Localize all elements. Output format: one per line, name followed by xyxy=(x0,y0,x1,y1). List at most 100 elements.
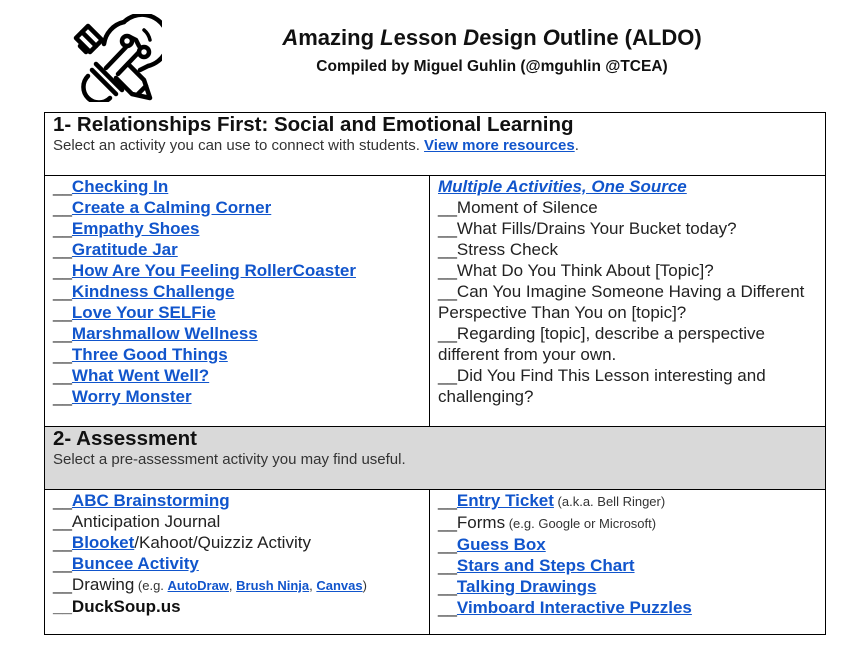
activity-link-what-went-well[interactable]: What Went Well? xyxy=(72,366,209,385)
checkbox-blank: __ xyxy=(438,366,457,385)
list-item: __Buncee Activity xyxy=(53,553,421,574)
activity-text: Forms xyxy=(456,513,506,532)
list-item: __Regarding [topic], describe a perspect… xyxy=(438,323,817,365)
activity-link-marshmallow-wellness[interactable]: Marshmallow Wellness xyxy=(72,324,258,343)
list-item: __Stress Check xyxy=(438,239,817,260)
talking-drawings-link[interactable]: Talking Drawings xyxy=(457,577,597,596)
list-item: __Love Your SELFie xyxy=(53,302,421,323)
checkbox-blank: __ xyxy=(53,240,72,259)
activity-link-calming-corner[interactable]: Create a Calming Corner xyxy=(72,198,271,217)
page-title: Amazing Lesson Design Outline (ALDO) xyxy=(232,24,752,52)
checkbox-blank: __ xyxy=(438,282,457,301)
section-body-row: __Checking In __Create a Calming Corner … xyxy=(44,175,827,427)
checkbox-blank: __ xyxy=(53,177,72,196)
checkbox-blank: __ xyxy=(53,533,72,552)
buncee-activity-link[interactable]: Buncee Activity xyxy=(72,554,199,573)
list-item: __What Fills/Drains Your Bucket today? xyxy=(438,218,817,239)
list-heading: Multiple Activities, One Source xyxy=(438,176,817,197)
activity-link-checking-in[interactable]: Checking In xyxy=(72,177,168,196)
checkbox-blank: __ xyxy=(438,556,457,575)
checkbox-blank: __ xyxy=(438,261,457,280)
section-description: Select an activity you can use to connec… xyxy=(53,137,817,155)
checkbox-blank: __ xyxy=(438,513,457,532)
activity-link-worry-monster[interactable]: Worry Monster xyxy=(72,387,192,406)
brush-ninja-link[interactable]: Brush Ninja xyxy=(236,578,309,593)
list-item: __Gratitude Jar xyxy=(53,239,421,260)
checkbox-blank: __ xyxy=(438,535,457,554)
section-header-row: 2- Assessment Select a pre-assessment ac… xyxy=(43,426,827,490)
checkbox-blank: __ xyxy=(438,491,457,510)
vimboard-puzzles-link[interactable]: Vimboard Interactive Puzzles xyxy=(457,598,692,617)
activity-link-rollercoaster[interactable]: How Are You Feeling RollerCoaster xyxy=(72,261,356,280)
list-item: __DuckSoup.us xyxy=(53,596,421,617)
list-item: __Blooket/Kahoot/Quizziz Activity xyxy=(53,532,421,553)
list-item: __Talking Drawings xyxy=(438,576,817,597)
checkbox-blank: __ xyxy=(53,387,72,406)
guess-box-link[interactable]: Guess Box xyxy=(457,535,546,554)
entry-ticket-link[interactable]: Entry Ticket xyxy=(457,491,554,510)
outline-table: 1- Relationships First: Social and Emoti… xyxy=(43,112,827,635)
autodraw-link[interactable]: AutoDraw xyxy=(168,578,229,593)
section-body-row: __ABC Brainstorming __Anticipation Journ… xyxy=(44,489,827,635)
checkbox-blank: __ xyxy=(53,198,72,217)
checkbox-blank: __ xyxy=(438,219,457,238)
list-item: __Stars and Steps Chart xyxy=(438,555,817,576)
checkbox-blank: __ xyxy=(53,554,72,573)
activity-text: Anticipation Journal xyxy=(71,512,221,531)
list-item: __Guess Box xyxy=(438,534,817,555)
lightbulb-pencil-icon xyxy=(66,12,171,105)
list-item: __What Do You Think About [Topic]? xyxy=(438,260,817,281)
checkbox-blank: __ xyxy=(438,240,457,259)
list-item: __Kindness Challenge xyxy=(53,281,421,302)
canvas-link[interactable]: Canvas xyxy=(316,578,362,593)
activity-link-gratitude-jar[interactable]: Gratitude Jar xyxy=(72,240,178,259)
title-part: Outline (ALDO) xyxy=(542,25,702,50)
assessment-list-right: __Entry Ticket (a.k.a. Bell Ringer) __Fo… xyxy=(428,489,827,635)
title-part: Amazing xyxy=(282,25,381,50)
checkbox-blank: __ xyxy=(53,491,72,510)
list-item: __What Went Well? xyxy=(53,365,421,386)
stars-steps-chart-link[interactable]: Stars and Steps Chart xyxy=(457,556,635,575)
list-item: __Drawing (e.g. AutoDraw, Brush Ninja, C… xyxy=(53,574,421,596)
activity-text: Can You Imagine Someone Having a Differe… xyxy=(438,282,805,322)
activity-link-kindness-challenge[interactable]: Kindness Challenge xyxy=(72,282,234,301)
activity-link-love-your-selfie[interactable]: Love Your SELFie xyxy=(72,303,216,322)
activity-text: Drawing xyxy=(71,575,135,594)
checkbox-blank: __ xyxy=(438,198,457,217)
list-item: __Anticipation Journal xyxy=(53,511,421,532)
activity-text: Moment of Silence xyxy=(456,198,598,217)
blooket-link[interactable]: Blooket xyxy=(72,533,134,552)
activity-text: What Fills/Drains Your Bucket today? xyxy=(456,219,737,238)
checkbox-blank: __ xyxy=(53,324,72,343)
activity-text: What Do You Think About [Topic]? xyxy=(456,261,714,280)
list-item: __Marshmallow Wellness xyxy=(53,323,421,344)
abc-brainstorming-link[interactable]: ABC Brainstorming xyxy=(72,491,230,510)
checkbox-blank: __ xyxy=(53,261,72,280)
description-text: Select an activity you can use to connec… xyxy=(53,137,425,154)
multiple-activities-link[interactable]: Multiple Activities, One Source xyxy=(438,177,687,196)
activity-link-empathy-shoes[interactable]: Empathy Shoes xyxy=(72,219,200,238)
list-item: __How Are You Feeling RollerCoaster xyxy=(53,260,421,281)
checkbox-blank: __ xyxy=(53,366,72,385)
sel-activity-list: __Checking In __Create a Calming Corner … xyxy=(44,175,430,427)
activity-link-three-good-things[interactable]: Three Good Things xyxy=(72,345,228,364)
list-item: __Checking In xyxy=(53,176,421,197)
section-header-row: 1- Relationships First: Social and Emoti… xyxy=(43,112,827,176)
section-title: 2- Assessment xyxy=(53,427,197,450)
checkbox-blank: __ xyxy=(53,303,72,322)
multiple-activities-list: Multiple Activities, One Source __Moment… xyxy=(428,175,827,427)
view-more-resources-link[interactable]: View more resources xyxy=(424,137,575,154)
page-subtitle: Compiled by Miguel Guhlin (@mguhlin @TCE… xyxy=(316,58,668,75)
activity-text: Regarding [topic], describe a perspectiv… xyxy=(438,324,765,364)
note-text: (a.k.a. Bell Ringer) xyxy=(553,494,666,509)
checkbox-blank: __ xyxy=(53,345,72,364)
assessment-list-left: __ABC Brainstorming __Anticipation Journ… xyxy=(44,489,430,635)
checkbox-blank: __ xyxy=(438,577,457,596)
checkbox-blank: __ xyxy=(438,324,457,343)
checkbox-blank: __ xyxy=(53,597,72,616)
checkbox-blank: __ xyxy=(53,575,72,594)
list-item: __Did You Find This Lesson interesting a… xyxy=(438,365,817,407)
activity-text: /Kahoot/Quizziz Activity xyxy=(134,533,311,552)
checkbox-blank: __ xyxy=(438,598,457,617)
list-item: __Can You Imagine Someone Having a Diffe… xyxy=(438,281,817,323)
